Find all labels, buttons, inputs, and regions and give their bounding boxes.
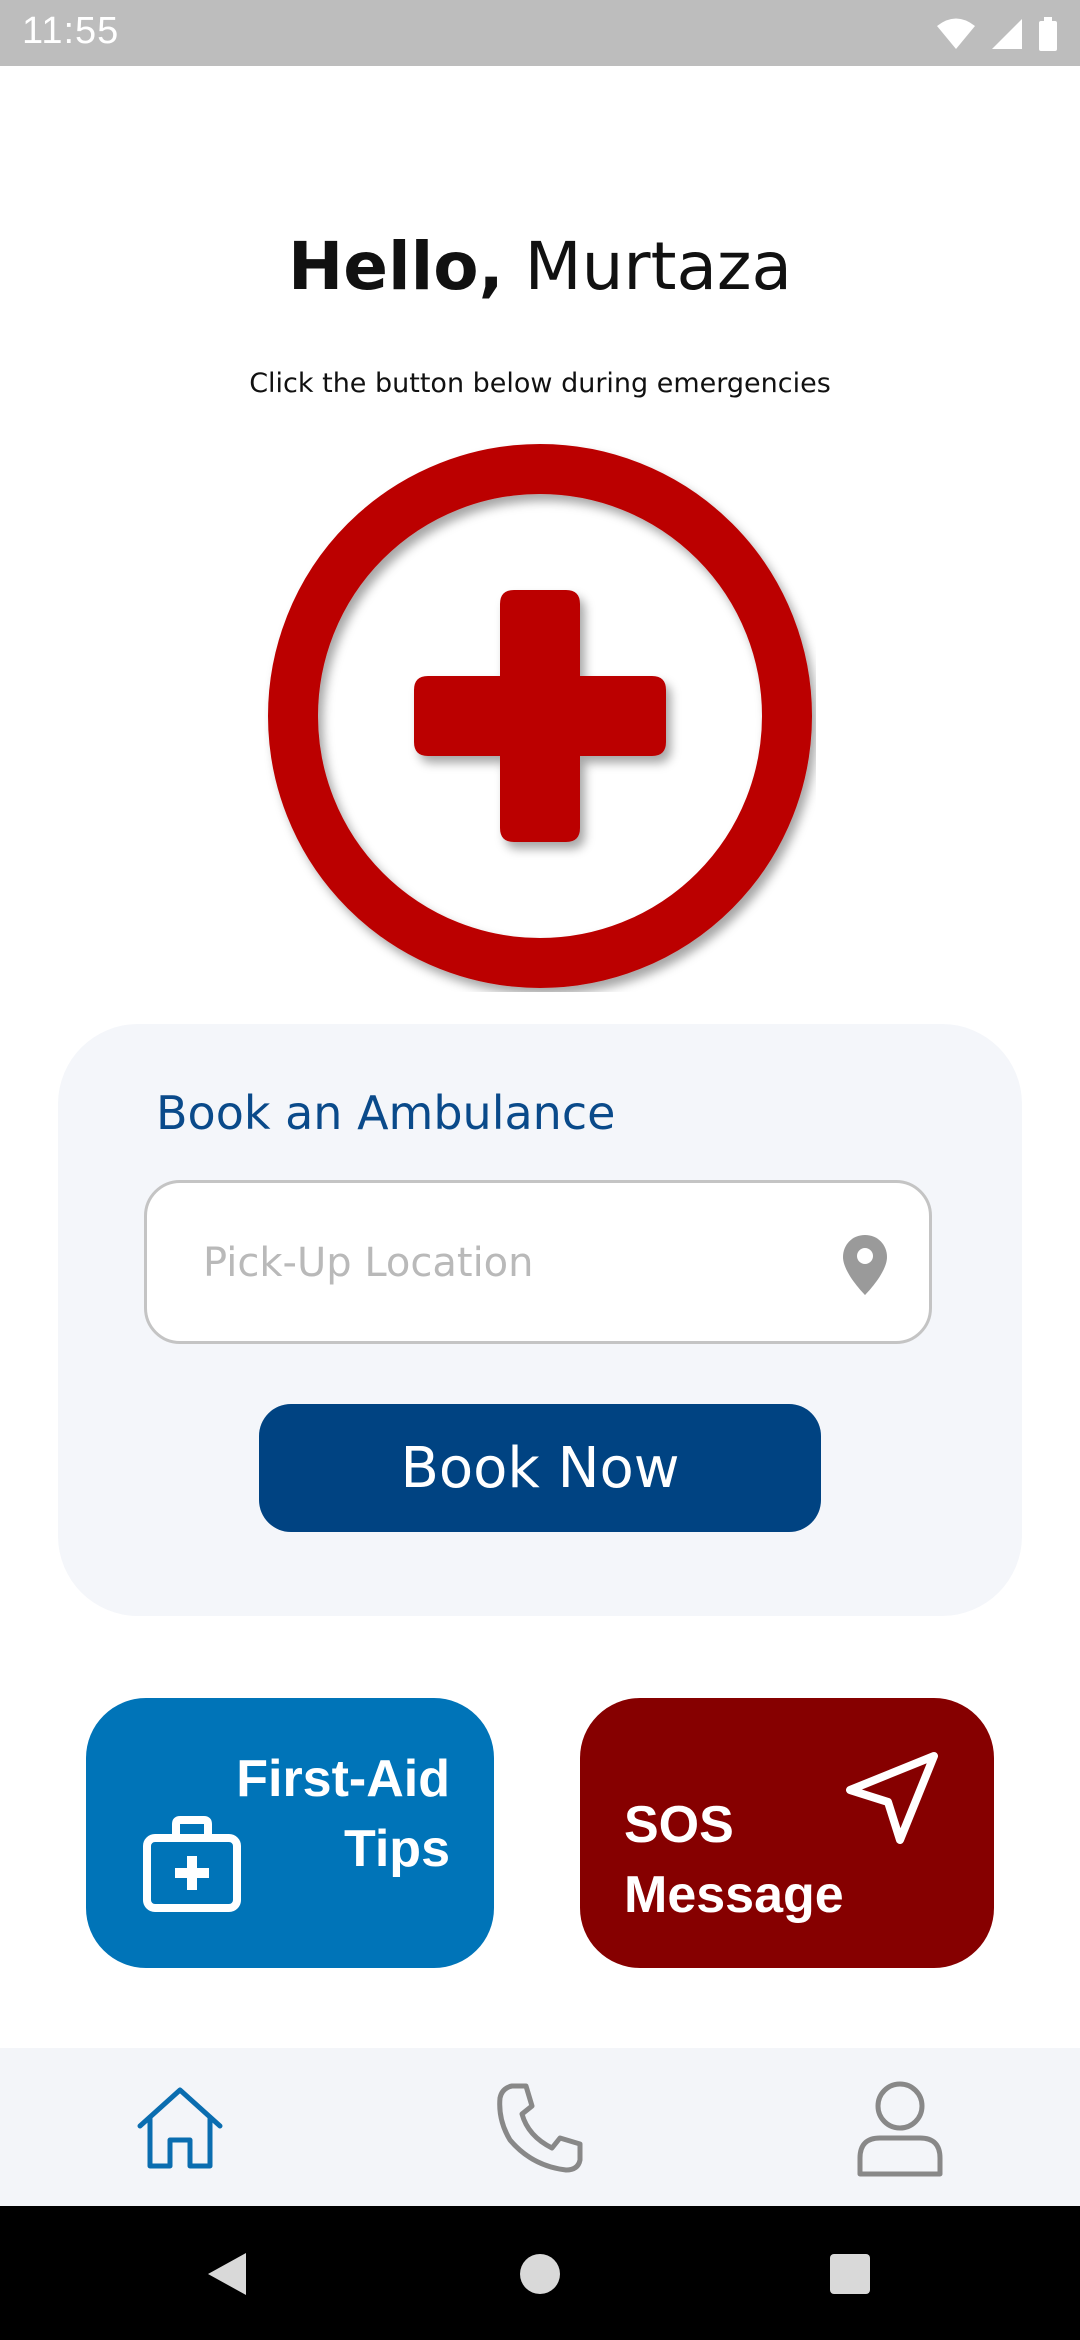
first-aid-line2: Tips <box>344 1820 450 1878</box>
first-aid-line1: First-Aid <box>236 1750 450 1808</box>
battery-icon <box>1039 17 1057 51</box>
recents-icon <box>830 2254 870 2294</box>
nav-profile[interactable] <box>840 2068 960 2188</box>
emergency-button[interactable] <box>264 440 816 992</box>
status-icons <box>936 14 1058 54</box>
nav-home[interactable] <box>120 2068 240 2188</box>
subtitle: Click the button below during emergencie… <box>249 368 831 399</box>
send-icon <box>846 1752 938 1844</box>
book-ambulance-title: Book an Ambulance <box>156 1086 616 1140</box>
first-aid-tips-label: First-Aid Tips <box>236 1744 450 1884</box>
location-pin-icon[interactable] <box>841 1233 889 1297</box>
back-icon <box>208 2253 246 2295</box>
sos-line2: Message <box>624 1866 844 1924</box>
pickup-location-field[interactable] <box>144 1180 932 1344</box>
system-back-button[interactable] <box>196 2244 256 2304</box>
home-icon <box>137 2087 223 2169</box>
bottom-nav <box>0 2048 1080 2206</box>
system-home-button[interactable] <box>510 2244 570 2304</box>
system-recents-button[interactable] <box>820 2244 880 2304</box>
first-aid-tips-button[interactable]: First-Aid Tips <box>86 1698 494 1968</box>
greeting: Hello, Murtaza <box>0 228 1080 305</box>
status-time: 11:55 <box>22 10 120 52</box>
nav-call[interactable] <box>480 2068 600 2188</box>
system-nav-bar <box>0 2206 1080 2340</box>
pickup-location-input[interactable] <box>201 1183 805 1343</box>
sos-message-button[interactable]: SOS Message <box>580 1698 994 1968</box>
phone-icon <box>497 2083 583 2173</box>
book-now-button[interactable]: Book Now <box>259 1404 821 1532</box>
status-bar: 11:55 <box>0 0 1080 66</box>
red-cross-icon <box>268 444 812 988</box>
wifi-icon <box>937 18 975 49</box>
first-aid-kit-icon <box>143 1816 241 1912</box>
home-circle-icon <box>520 2254 560 2294</box>
book-ambulance-card: Book an Ambulance Book Now <box>58 1024 1022 1616</box>
sos-message-label: SOS Message <box>624 1790 844 1930</box>
greeting-name: Murtaza <box>524 228 792 305</box>
signal-icon <box>992 19 1022 49</box>
user-icon <box>857 2081 943 2177</box>
sos-line1: SOS <box>624 1796 734 1854</box>
greeting-hello: Hello, <box>288 228 504 305</box>
